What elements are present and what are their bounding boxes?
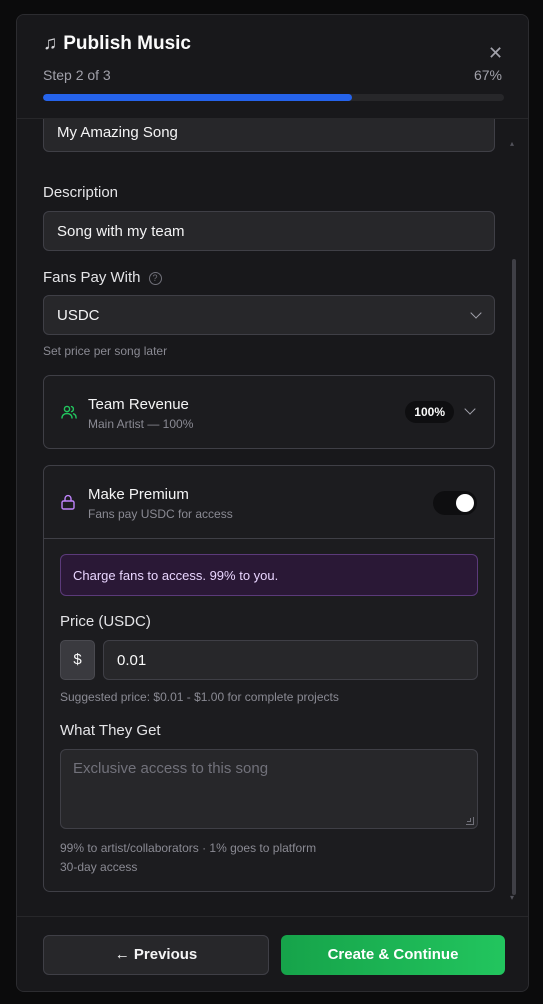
- premium-subtitle: Fans pay USDC for access: [88, 507, 233, 521]
- revenue-percent-badge: 100%: [405, 401, 454, 423]
- currency-select-value: USDC: [57, 306, 100, 324]
- fans-pay-label-text: Fans Pay With: [43, 269, 141, 286]
- step-percent: 67%: [473, 67, 502, 83]
- modal-title-text: Publish Music: [63, 33, 191, 54]
- price-input-value: 0.01: [117, 651, 147, 669]
- premium-title: Make Premium: [88, 486, 189, 503]
- toggle-knob: [456, 494, 474, 512]
- chevron-down-icon: [470, 307, 482, 319]
- benefits-textarea[interactable]: Exclusive access to this song: [60, 749, 478, 829]
- divider: [44, 538, 494, 539]
- create-continue-button[interactable]: Create & Continue: [281, 935, 505, 975]
- lock-icon: [61, 494, 75, 510]
- scroll-up-icon[interactable]: ▴: [510, 140, 518, 148]
- premium-notice: Charge fans to access. 99% to you.: [60, 554, 478, 596]
- split-note: 99% to artist/collaborators · 1% goes to…: [60, 841, 317, 855]
- price-input[interactable]: 0.01: [103, 640, 478, 680]
- description-field[interactable]: Song with my team: [43, 211, 495, 251]
- team-revenue-title: Team Revenue: [88, 396, 189, 413]
- modal-title: ♫ Publish Music: [43, 33, 191, 55]
- currency-symbol: $: [60, 640, 95, 680]
- scrollbar-thumb[interactable]: [512, 259, 516, 895]
- currency-select[interactable]: USDC: [43, 295, 495, 335]
- description-label: Description: [43, 184, 119, 201]
- previous-button[interactable]: ← Previous: [43, 935, 269, 975]
- premium-card: Make Premium Fans pay USDC for access Ch…: [43, 465, 495, 892]
- publish-music-modal: My Amazing Song Description Song with my…: [16, 14, 529, 992]
- modal-body: My Amazing Song Description Song with my…: [17, 119, 528, 919]
- title-field[interactable]: My Amazing Song: [43, 119, 495, 152]
- resize-handle-icon[interactable]: [466, 817, 474, 825]
- benefits-placeholder: Exclusive access to this song: [73, 760, 269, 777]
- modal-header: ♫ Publish Music ✕ Step 2 of 3 67%: [17, 15, 528, 119]
- benefits-label: What They Get: [60, 722, 161, 739]
- team-revenue-subtitle: Main Artist — 100%: [88, 417, 194, 431]
- help-icon[interactable]: ?: [148, 272, 162, 285]
- close-icon[interactable]: ✕: [488, 44, 503, 62]
- premium-toggle[interactable]: [433, 491, 477, 515]
- title-field-value: My Amazing Song: [57, 123, 178, 141]
- fans-pay-label: Fans Pay With?: [43, 269, 162, 286]
- access-note: 30-day access: [60, 860, 138, 874]
- team-revenue-card[interactable]: Team Revenue Main Artist — 100% 100%: [43, 375, 495, 449]
- chevron-down-icon[interactable]: [464, 403, 476, 415]
- progress-fill: [43, 94, 352, 101]
- currency-hint: Set price per song later: [43, 344, 168, 358]
- price-hint: Suggested price: $0.01 - $1.00 for compl…: [60, 690, 339, 704]
- price-label: Price (USDC): [60, 613, 151, 630]
- modal-footer: ← Previous Create & Continue: [17, 916, 528, 991]
- step-indicator: Step 2 of 3: [43, 67, 111, 83]
- progress-bar: [43, 94, 504, 101]
- users-icon: [61, 405, 77, 419]
- description-field-value: Song with my team: [57, 222, 185, 240]
- scroll-down-icon[interactable]: ▾: [510, 894, 518, 902]
- music-note-icon: ♫: [43, 33, 58, 54]
